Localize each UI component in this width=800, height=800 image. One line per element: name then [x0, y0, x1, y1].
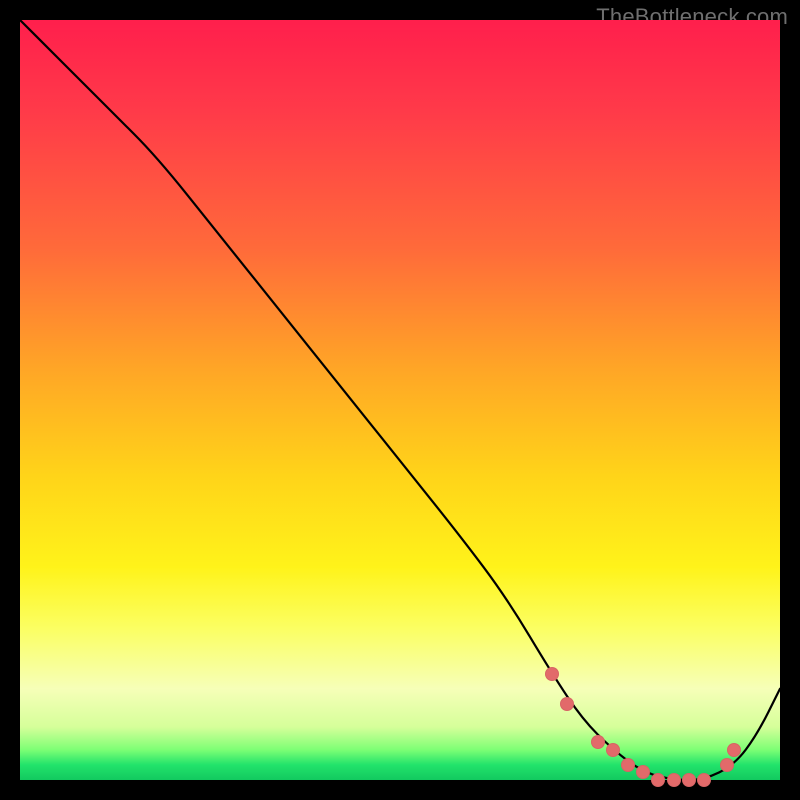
chart-area	[20, 20, 780, 780]
marker-dot	[636, 765, 650, 779]
bottleneck-curve	[20, 20, 780, 780]
marker-dot	[560, 697, 574, 711]
marker-dot	[682, 773, 696, 787]
marker-dot	[621, 758, 635, 772]
marker-dot	[667, 773, 681, 787]
marker-dot	[606, 743, 620, 757]
chart-svg	[20, 20, 780, 780]
marker-dot	[697, 773, 711, 787]
stage: TheBottleneck.com	[0, 0, 800, 800]
marker-dot	[545, 667, 559, 681]
marker-dot	[591, 735, 605, 749]
marker-dot	[720, 758, 734, 772]
marker-dot	[727, 743, 741, 757]
marker-dot	[651, 773, 665, 787]
